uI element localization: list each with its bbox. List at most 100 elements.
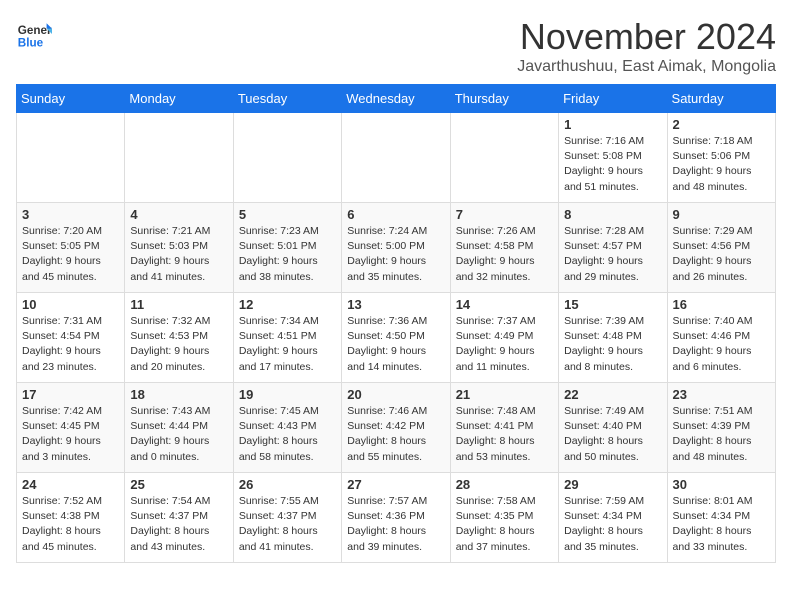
calendar-cell [450, 113, 558, 203]
day-number: 28 [456, 477, 553, 492]
calendar-cell [233, 113, 341, 203]
day-number: 16 [673, 297, 770, 312]
calendar-table: SundayMondayTuesdayWednesdayThursdayFrid… [16, 84, 776, 563]
day-number: 26 [239, 477, 336, 492]
title-area: November 2024 Javarthushuu, East Aimak, … [517, 16, 776, 76]
calendar-header: SundayMondayTuesdayWednesdayThursdayFrid… [17, 85, 776, 113]
calendar-cell: 16 Sunrise: 7:40 AM Sunset: 4:46 PM Dayli… [667, 293, 775, 383]
calendar-cell: 4 Sunrise: 7:21 AM Sunset: 5:03 PM Daylig… [125, 203, 233, 293]
day-number: 11 [130, 297, 227, 312]
calendar-cell: 21 Sunrise: 7:48 AM Sunset: 4:41 PM Dayli… [450, 383, 558, 473]
day-number: 15 [564, 297, 661, 312]
cell-info: Sunrise: 7:49 AM Sunset: 4:40 PM Dayligh… [564, 404, 661, 465]
cell-info: Sunrise: 7:51 AM Sunset: 4:39 PM Dayligh… [673, 404, 770, 465]
page-header: General Blue November 2024 Javarthushuu,… [16, 16, 776, 76]
day-number: 7 [456, 207, 553, 222]
day-number: 24 [22, 477, 119, 492]
logo-icon: General Blue [16, 16, 52, 52]
cell-info: Sunrise: 7:34 AM Sunset: 4:51 PM Dayligh… [239, 314, 336, 375]
calendar-cell: 29 Sunrise: 7:59 AM Sunset: 4:34 PM Dayli… [559, 473, 667, 563]
calendar-week-4: 17 Sunrise: 7:42 AM Sunset: 4:45 PM Dayli… [17, 383, 776, 473]
calendar-cell: 25Sunrise: 7:54 AM Sunset: 4:37 PM Dayli… [125, 473, 233, 563]
calendar-cell: 24 Sunrise: 7:52 AM Sunset: 4:38 PM Dayli… [17, 473, 125, 563]
cell-info: Sunrise: 7:23 AM Sunset: 5:01 PM Dayligh… [239, 224, 336, 285]
cell-info: Sunrise: 7:52 AM Sunset: 4:38 PM Dayligh… [22, 494, 119, 555]
cell-info: Sunrise: 7:54 AM Sunset: 4:37 PM Dayligh… [130, 494, 227, 555]
day-header-monday: Monday [125, 85, 233, 113]
cell-info: Sunrise: 7:59 AM Sunset: 4:34 PM Dayligh… [564, 494, 661, 555]
day-number: 2 [673, 117, 770, 132]
cell-info: Sunrise: 7:26 AM Sunset: 4:58 PM Dayligh… [456, 224, 553, 285]
cell-info: Sunrise: 7:24 AM Sunset: 5:00 PM Dayligh… [347, 224, 444, 285]
day-header-sunday: Sunday [17, 85, 125, 113]
calendar-cell: 15 Sunrise: 7:39 AM Sunset: 4:48 PM Dayli… [559, 293, 667, 383]
calendar-cell: 10Sunrise: 7:31 AM Sunset: 4:54 PM Dayli… [17, 293, 125, 383]
day-number: 4 [130, 207, 227, 222]
cell-info: Sunrise: 8:01 AM Sunset: 4:34 PM Dayligh… [673, 494, 770, 555]
calendar-cell: 14 Sunrise: 7:37 AM Sunset: 4:49 PM Dayli… [450, 293, 558, 383]
day-number: 21 [456, 387, 553, 402]
day-number: 29 [564, 477, 661, 492]
cell-info: Sunrise: 7:21 AM Sunset: 5:03 PM Dayligh… [130, 224, 227, 285]
calendar-cell: 19Sunrise: 7:45 AM Sunset: 4:43 PM Dayli… [233, 383, 341, 473]
day-number: 23 [673, 387, 770, 402]
day-number: 30 [673, 477, 770, 492]
day-number: 18 [130, 387, 227, 402]
cell-info: Sunrise: 7:28 AM Sunset: 4:57 PM Dayligh… [564, 224, 661, 285]
calendar-cell: 9Sunrise: 7:29 AM Sunset: 4:56 PM Daylig… [667, 203, 775, 293]
calendar-cell: 27 Sunrise: 7:57 AM Sunset: 4:36 PM Dayli… [342, 473, 450, 563]
cell-info: Sunrise: 7:42 AM Sunset: 4:45 PM Dayligh… [22, 404, 119, 465]
day-number: 20 [347, 387, 444, 402]
cell-info: Sunrise: 7:31 AM Sunset: 4:54 PM Dayligh… [22, 314, 119, 375]
calendar-cell: 1 Sunrise: 7:16 AM Sunset: 5:08 PM Daylig… [559, 113, 667, 203]
calendar-cell: 8 Sunrise: 7:28 AM Sunset: 4:57 PM Daylig… [559, 203, 667, 293]
day-header-friday: Friday [559, 85, 667, 113]
calendar-cell: 13 Sunrise: 7:36 AM Sunset: 4:50 PM Dayli… [342, 293, 450, 383]
cell-info: Sunrise: 7:48 AM Sunset: 4:41 PM Dayligh… [456, 404, 553, 465]
day-number: 1 [564, 117, 661, 132]
calendar-cell: 28 Sunrise: 7:58 AM Sunset: 4:35 PM Dayli… [450, 473, 558, 563]
calendar-cell: 11 Sunrise: 7:32 AM Sunset: 4:53 PM Dayli… [125, 293, 233, 383]
svg-text:Blue: Blue [18, 37, 44, 50]
calendar-cell [125, 113, 233, 203]
day-number: 12 [239, 297, 336, 312]
logo: General Blue [16, 16, 52, 52]
day-number: 6 [347, 207, 444, 222]
cell-info: Sunrise: 7:43 AM Sunset: 4:44 PM Dayligh… [130, 404, 227, 465]
calendar-cell: 23 Sunrise: 7:51 AM Sunset: 4:39 PM Dayli… [667, 383, 775, 473]
calendar-cell: 7 Sunrise: 7:26 AM Sunset: 4:58 PM Daylig… [450, 203, 558, 293]
cell-info: Sunrise: 7:37 AM Sunset: 4:49 PM Dayligh… [456, 314, 553, 375]
cell-info: Sunrise: 7:18 AM Sunset: 5:06 PM Dayligh… [673, 134, 770, 195]
cell-info: Sunrise: 7:29 AM Sunset: 4:56 PM Dayligh… [673, 224, 770, 285]
calendar-cell: 30 Sunrise: 8:01 AM Sunset: 4:34 PM Dayli… [667, 473, 775, 563]
cell-info: Sunrise: 7:57 AM Sunset: 4:36 PM Dayligh… [347, 494, 444, 555]
day-number: 5 [239, 207, 336, 222]
day-number: 8 [564, 207, 661, 222]
cell-info: Sunrise: 7:32 AM Sunset: 4:53 PM Dayligh… [130, 314, 227, 375]
calendar-week-3: 10Sunrise: 7:31 AM Sunset: 4:54 PM Dayli… [17, 293, 776, 383]
calendar-cell: 22Sunrise: 7:49 AM Sunset: 4:40 PM Dayli… [559, 383, 667, 473]
calendar-cell: 6 Sunrise: 7:24 AM Sunset: 5:00 PM Daylig… [342, 203, 450, 293]
cell-info: Sunrise: 7:36 AM Sunset: 4:50 PM Dayligh… [347, 314, 444, 375]
calendar-cell [17, 113, 125, 203]
calendar-cell: 18 Sunrise: 7:43 AM Sunset: 4:44 PM Dayli… [125, 383, 233, 473]
day-number: 27 [347, 477, 444, 492]
month-title: November 2024 [517, 16, 776, 58]
day-number: 14 [456, 297, 553, 312]
cell-info: Sunrise: 7:45 AM Sunset: 4:43 PM Dayligh… [239, 404, 336, 465]
cell-info: Sunrise: 7:16 AM Sunset: 5:08 PM Dayligh… [564, 134, 661, 195]
cell-info: Sunrise: 7:39 AM Sunset: 4:48 PM Dayligh… [564, 314, 661, 375]
day-header-saturday: Saturday [667, 85, 775, 113]
cell-info: Sunrise: 7:58 AM Sunset: 4:35 PM Dayligh… [456, 494, 553, 555]
day-number: 13 [347, 297, 444, 312]
location-subtitle: Javarthushuu, East Aimak, Mongolia [517, 58, 776, 76]
cell-info: Sunrise: 7:55 AM Sunset: 4:37 PM Dayligh… [239, 494, 336, 555]
day-number: 17 [22, 387, 119, 402]
cell-info: Sunrise: 7:20 AM Sunset: 5:05 PM Dayligh… [22, 224, 119, 285]
calendar-cell [342, 113, 450, 203]
cell-info: Sunrise: 7:40 AM Sunset: 4:46 PM Dayligh… [673, 314, 770, 375]
calendar-cell: 5 Sunrise: 7:23 AM Sunset: 5:01 PM Daylig… [233, 203, 341, 293]
calendar-week-1: 1 Sunrise: 7:16 AM Sunset: 5:08 PM Daylig… [17, 113, 776, 203]
day-header-wednesday: Wednesday [342, 85, 450, 113]
calendar-cell: 12 Sunrise: 7:34 AM Sunset: 4:51 PM Dayli… [233, 293, 341, 383]
